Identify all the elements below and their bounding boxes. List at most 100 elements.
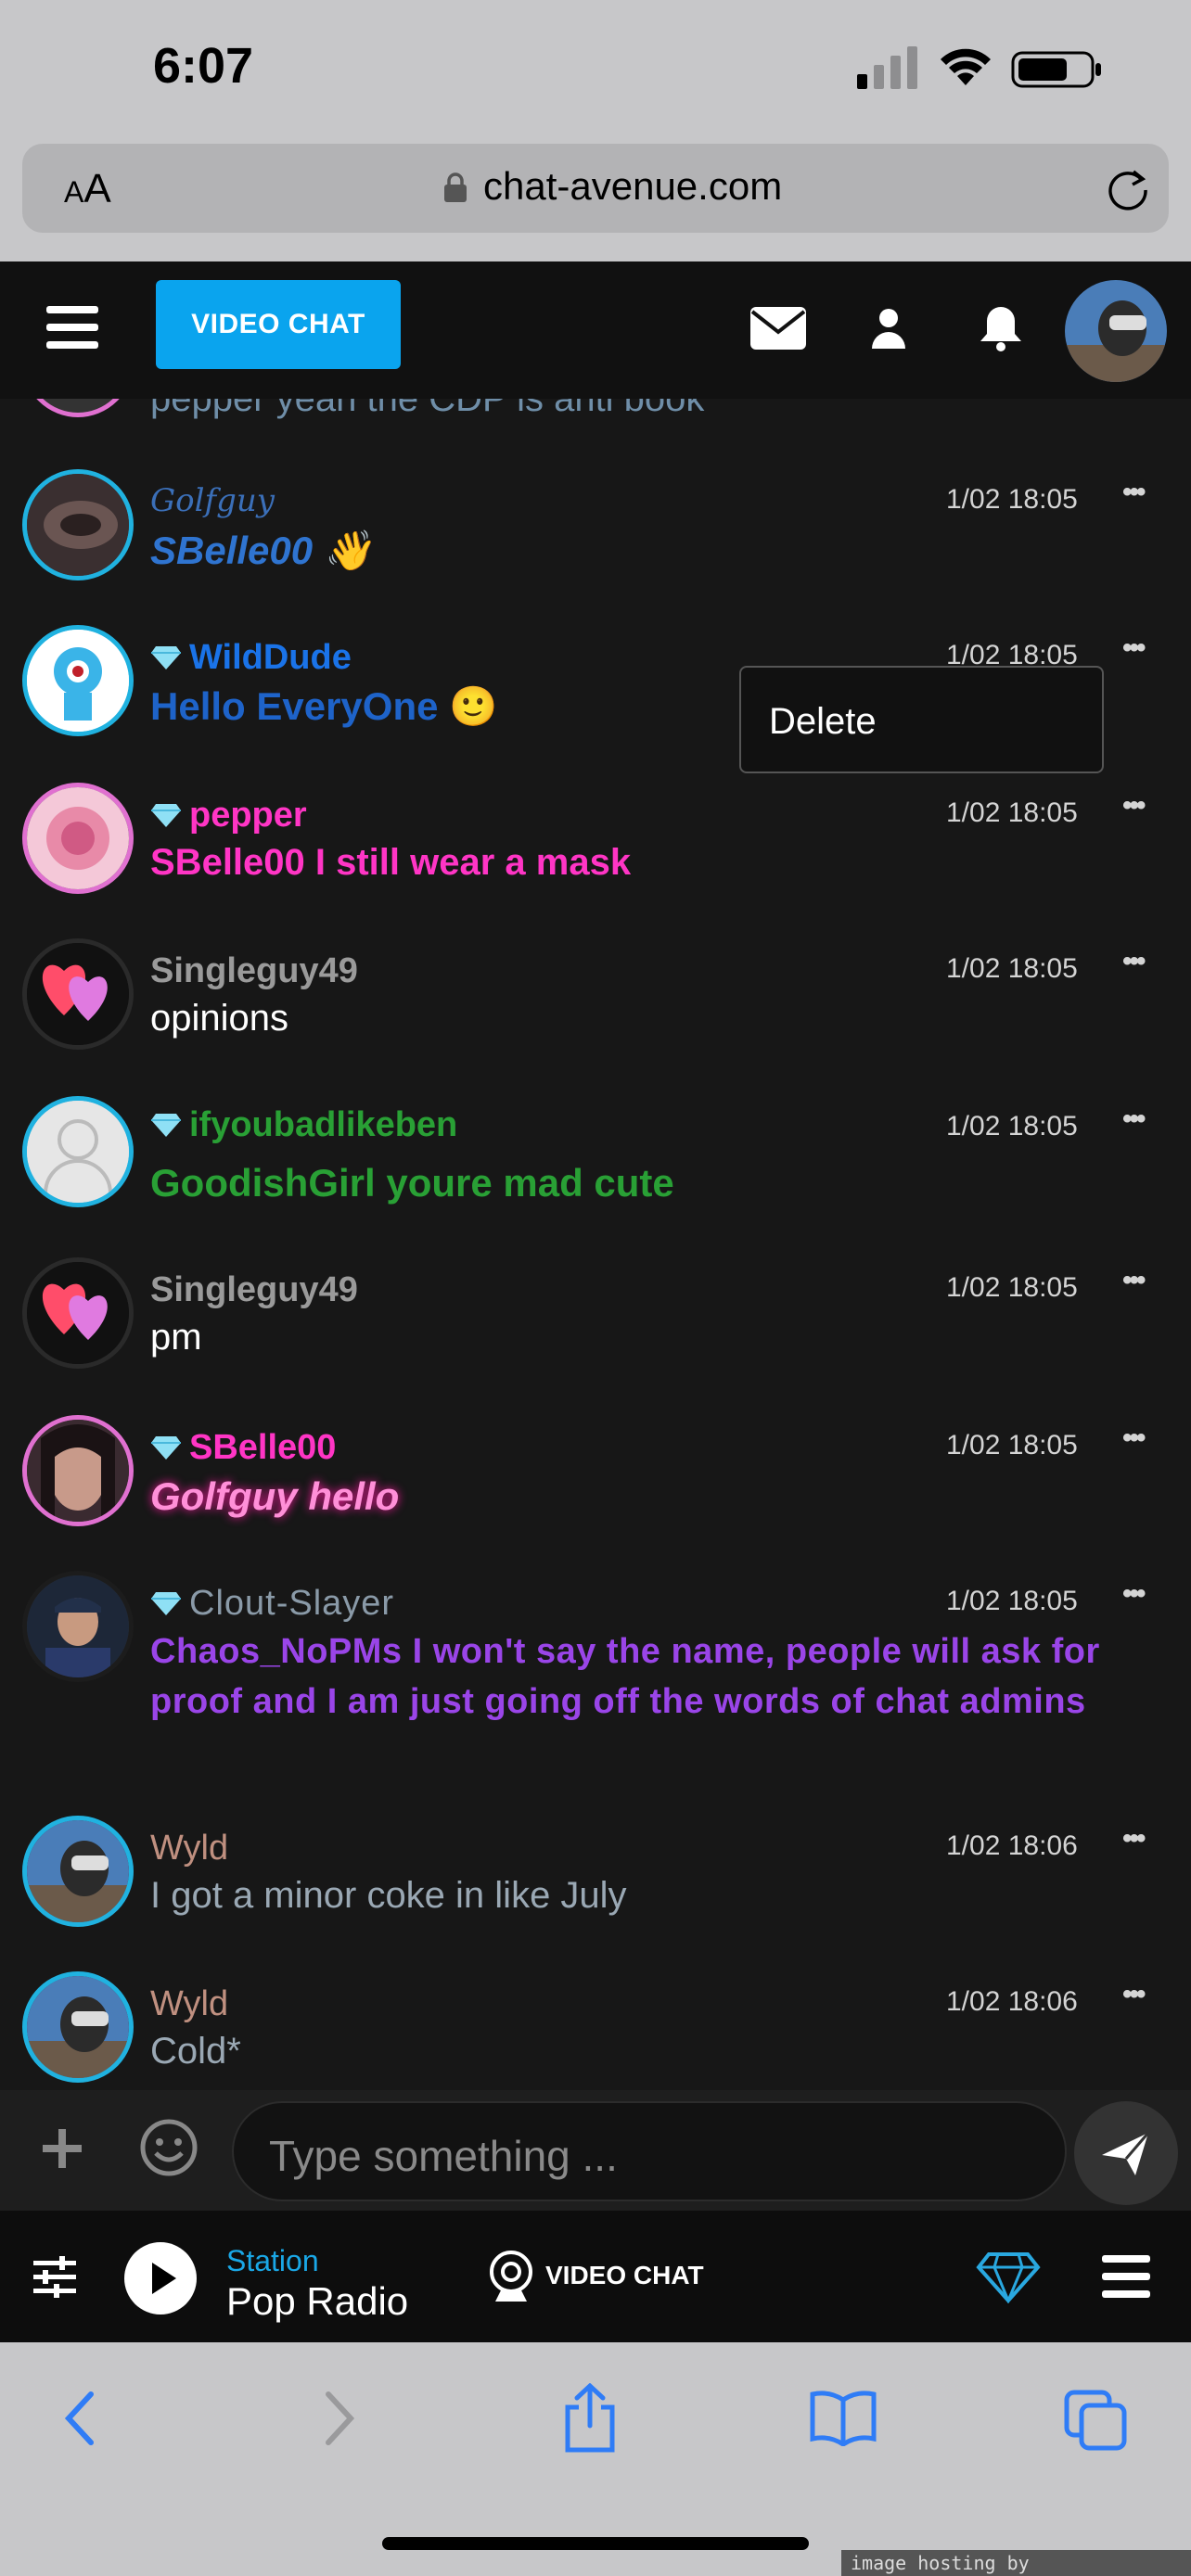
timestamp: 1/02 18:06 xyxy=(946,1986,1078,2017)
diamond-icon xyxy=(151,1436,181,1460)
more-options-icon[interactable]: ••• xyxy=(1122,1422,1146,1454)
more-options-icon[interactable]: ••• xyxy=(1122,1578,1146,1610)
forward-icon[interactable] xyxy=(321,2391,358,2446)
back-icon[interactable] xyxy=(61,2391,98,2446)
timestamp: 1/02 18:05 xyxy=(946,1111,1078,1141)
more-options-icon[interactable]: ••• xyxy=(1122,1265,1146,1296)
username[interactable]: Wyld xyxy=(150,1984,228,2024)
username[interactable]: Golfguy xyxy=(150,482,275,519)
paper-plane-icon xyxy=(1102,2132,1150,2175)
timestamp: 1/02 18:05 xyxy=(946,484,1078,515)
message-text: Cold* xyxy=(150,2031,241,2072)
diamond-icon xyxy=(151,646,181,670)
timestamp: 1/02 18:05 xyxy=(946,1586,1078,1616)
timestamp: 1/02 18:05 xyxy=(946,1430,1078,1460)
delete-menu-item[interactable]: Delete xyxy=(769,701,877,743)
sliders-icon[interactable] xyxy=(32,2253,78,2300)
username[interactable]: pepper xyxy=(150,796,307,835)
address-bar[interactable]: AA chat-avenue.com xyxy=(22,144,1169,233)
message-text: Hello EveryOne 🙂 xyxy=(150,684,498,728)
bookmarks-icon[interactable] xyxy=(809,2389,877,2446)
play-icon xyxy=(152,2263,176,2294)
message-text: Chaos_NoPMs I won't say the name, people… xyxy=(150,1632,1100,1721)
avatar[interactable] xyxy=(22,783,134,894)
station-label: Station xyxy=(226,2244,319,2277)
message-text: Golfguy hello xyxy=(150,1474,400,1518)
radio-player-bar: Station Pop Radio VIDEO CHAT xyxy=(0,2211,1191,2342)
diamond-icon xyxy=(151,1592,181,1615)
avatar[interactable] xyxy=(22,1096,134,1207)
timestamp: 1/02 18:05 xyxy=(946,1272,1078,1303)
play-button[interactable] xyxy=(124,2242,197,2315)
timestamp: 1/02 18:05 xyxy=(946,953,1078,984)
menu-icon[interactable] xyxy=(46,306,98,349)
reload-icon[interactable] xyxy=(1104,164,1152,212)
text-size-button[interactable]: AA xyxy=(64,166,111,212)
more-options-icon[interactable]: ••• xyxy=(1122,477,1146,508)
more-options-icon[interactable]: ••• xyxy=(1122,632,1146,664)
message-text: I got a minor coke in like July xyxy=(150,1875,627,1916)
envelope-icon[interactable] xyxy=(749,306,807,351)
message-text: SBelle00 I still wear a mask xyxy=(150,842,632,883)
send-button[interactable] xyxy=(1074,2101,1178,2205)
avatar[interactable] xyxy=(22,625,134,736)
watermark: image hosting by www.img.vision xyxy=(841,2550,1191,2576)
more-options-icon[interactable]: ••• xyxy=(1122,1103,1146,1135)
username[interactable]: SBelle00 xyxy=(150,1428,336,1468)
diamond-icon xyxy=(151,804,181,827)
bell-icon[interactable] xyxy=(978,304,1024,352)
status-time: 6:07 xyxy=(153,38,254,94)
message-input[interactable]: Type something ... xyxy=(232,2101,1067,2201)
home-indicator xyxy=(382,2537,809,2550)
username[interactable]: ifyoubadlikeben xyxy=(150,1105,457,1145)
avatar[interactable] xyxy=(22,1971,134,2083)
message-context-menu: Delete xyxy=(739,666,1104,773)
message-input-placeholder: Type something ... xyxy=(269,2132,618,2180)
video-chat-button[interactable]: VIDEO CHAT xyxy=(156,280,401,369)
more-options-icon[interactable]: ••• xyxy=(1122,1823,1146,1855)
profile-avatar[interactable] xyxy=(1065,280,1167,382)
avatar[interactable] xyxy=(22,1571,134,1682)
more-options-icon[interactable]: ••• xyxy=(1122,946,1146,977)
more-options-icon[interactable]: ••• xyxy=(1122,1979,1146,2010)
avatar[interactable] xyxy=(22,938,134,1050)
avatar[interactable] xyxy=(22,469,134,580)
browser-toolbar xyxy=(0,2342,1191,2576)
avatar[interactable] xyxy=(22,1257,134,1369)
video-chat-link[interactable]: VIDEO CHAT xyxy=(488,2250,725,2305)
message-text: pm xyxy=(150,1317,202,1358)
avatar[interactable] xyxy=(22,1415,134,1526)
url-text[interactable]: chat-avenue.com xyxy=(483,164,782,209)
message-text: opinions xyxy=(150,998,289,1039)
username[interactable]: WildDude xyxy=(150,638,352,678)
message-text: pepper yeah the CDP is anti book xyxy=(150,399,705,419)
avatar[interactable] xyxy=(22,399,134,417)
wifi-icon xyxy=(941,48,991,85)
tabs-icon[interactable] xyxy=(1063,2389,1128,2452)
avatar[interactable] xyxy=(22,1816,134,1927)
station-name: Pop Radio xyxy=(226,2279,409,2323)
username[interactable]: Wyld xyxy=(150,1829,228,1868)
lock-icon xyxy=(444,172,467,202)
user-icon[interactable] xyxy=(870,308,907,349)
share-icon[interactable] xyxy=(560,2383,620,2454)
app-header: VIDEO CHAT xyxy=(0,261,1191,399)
emoji-icon[interactable] xyxy=(139,2118,198,2177)
timestamp: 1/02 18:06 xyxy=(946,1830,1078,1861)
plus-icon[interactable] xyxy=(41,2127,83,2170)
battery-icon xyxy=(1011,51,1101,88)
diamond-icon xyxy=(151,1114,181,1137)
more-options-icon[interactable]: ••• xyxy=(1122,790,1146,822)
username[interactable]: Singleguy49 xyxy=(150,951,358,991)
cellular-signal-icon xyxy=(857,46,917,89)
message-text: SBelle00 👋 xyxy=(150,529,373,572)
username[interactable]: Singleguy49 xyxy=(150,1270,358,1310)
diamond-icon[interactable] xyxy=(976,2251,1041,2303)
webcam-icon xyxy=(490,2251,532,2302)
timestamp: 1/02 18:05 xyxy=(946,797,1078,828)
message-composer: Type something ... xyxy=(0,2090,1191,2211)
menu-icon[interactable] xyxy=(1102,2255,1150,2298)
username[interactable]: Clout-Slayer xyxy=(150,1584,394,1624)
chat-messages[interactable]: pepper yeah the CDP is anti book Golfguy… xyxy=(0,399,1191,2090)
message-text: GoodishGirl youre mad cute xyxy=(150,1161,674,1205)
